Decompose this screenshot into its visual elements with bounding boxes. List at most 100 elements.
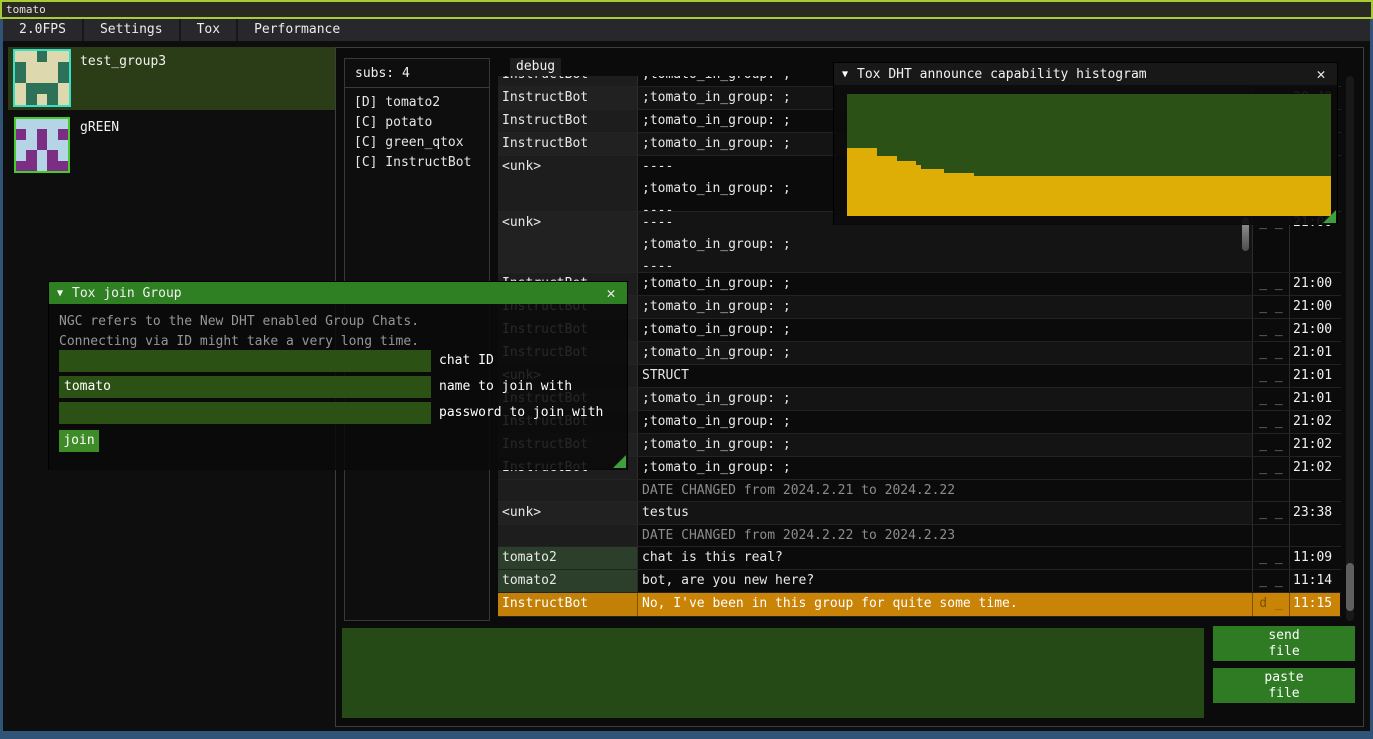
join-button[interactable]: join (59, 430, 99, 452)
close-icon[interactable]: ✕ (603, 284, 619, 302)
join-password-input[interactable] (59, 402, 431, 424)
separator (345, 87, 489, 88)
chat-timestamp: 21:00 (1289, 319, 1340, 341)
chat-scrollbar[interactable] (1346, 76, 1354, 621)
chat-delivery-flags: _ _ (1252, 342, 1289, 364)
chat-timestamp: 21:01 (1289, 342, 1340, 364)
histogram-bar-segment (974, 176, 1331, 216)
chat-timestamp: 11:09 (1289, 547, 1340, 569)
chat-sender-name (498, 480, 638, 501)
chat-message-text: ;tomato_in_group: ; (638, 342, 1252, 364)
window-titlebar[interactable]: tomato (0, 0, 1373, 19)
chat-message-text: ;tomato_in_group: ; (638, 296, 1252, 318)
chat-id-label: chat ID (439, 350, 494, 372)
subs-member-tomato2[interactable]: [D] tomato2 (345, 93, 489, 113)
window-border-bottom (0, 731, 1373, 739)
dht-histogram-body (834, 85, 1337, 225)
histogram-bar-segment (944, 173, 974, 216)
chat-timestamp: 21:02 (1289, 457, 1340, 479)
chat-delivery-flags (1252, 480, 1289, 501)
window-title: tomato (2, 3, 46, 16)
resize-grip[interactable] (613, 455, 626, 468)
histogram-bar-segment (921, 169, 944, 216)
chat-date-row[interactable]: DATE CHANGED from 2024.2.21 to 2024.2.22 (498, 480, 1341, 502)
chat-delivery-flags: _ _ (1252, 502, 1289, 524)
chat-delivery-flags: _ _ (1252, 273, 1289, 295)
chat-row[interactable]: tomato2bot, are you new here?_ _11:14 (498, 570, 1341, 593)
chat-sender-name: <unk> (498, 502, 638, 524)
subs-member-green_qtox[interactable]: [C] green_qtox (345, 133, 489, 153)
tab-debug[interactable]: debug (510, 58, 561, 76)
chat-timestamp: 21:00 (1289, 296, 1340, 318)
chat-timestamp: 21:02 (1289, 411, 1340, 433)
message-input[interactable] (342, 628, 1204, 718)
menu-item-settings[interactable]: Settings (84, 19, 179, 41)
menu-item-performance[interactable]: Performance (238, 19, 356, 41)
chat-message-text: ;tomato_in_group: ; (638, 434, 1252, 456)
window-border-left (0, 19, 3, 731)
subs-count-label: subs: 4 (345, 59, 489, 81)
join-group-window: ▼ Tox join Group ✕ NGC refers to the New… (48, 281, 628, 470)
chat-message-text: ;tomato_in_group: ; (638, 273, 1252, 295)
collapse-arrow-icon[interactable]: ▼ (57, 288, 63, 299)
dht-histogram-window: ▼ Tox DHT announce capability histogram … (833, 62, 1338, 225)
chat-message-text: ;tomato_in_group: ; (638, 457, 1252, 479)
dht-histogram-titlebar[interactable]: ▼ Tox DHT announce capability histogram … (834, 63, 1337, 85)
chat-id-input[interactable] (59, 350, 431, 372)
chat-row[interactable]: <unk>testus_ _23:38 (498, 502, 1341, 525)
menu-item-2-0fps[interactable]: 2.0FPS (3, 19, 82, 41)
group-avatar-gREEN (14, 117, 70, 173)
chat-date-row[interactable]: DATE CHANGED from 2024.2.22 to 2024.2.23 (498, 525, 1341, 547)
chat-timestamp (1289, 525, 1340, 546)
chat-row[interactable]: tomato2chat is this real?_ _11:09 (498, 547, 1341, 570)
chat-delivery-flags: _ _ (1252, 570, 1289, 592)
send-file-button[interactable]: send file (1213, 626, 1355, 661)
chat-sender-name: tomato2 (498, 547, 638, 569)
chat-scrollbar-handle[interactable] (1346, 563, 1354, 611)
chat-message-text: DATE CHANGED from 2024.2.21 to 2024.2.22 (638, 480, 1252, 501)
chat-delivery-flags: _ _ (1252, 411, 1289, 433)
chat-timestamp: 11:15 (1289, 593, 1340, 616)
chat-delivery-flags: _ _ (1252, 388, 1289, 410)
menu-bar: 2.0FPSSettingsToxPerformance (3, 19, 1370, 41)
chat-timestamp: 21:01 (1289, 365, 1340, 387)
chat-sender-name: InstructBot (498, 87, 638, 109)
chat-message-text: testus (638, 502, 1252, 524)
subs-member-list: [D] tomato2[C] potato[C] green_qtox[C] I… (345, 93, 489, 173)
chat-delivery-flags: _ _ (1252, 296, 1289, 318)
close-icon[interactable]: ✕ (1313, 65, 1329, 83)
join-name-input[interactable]: tomato (59, 376, 431, 398)
chat-message-text: ;tomato_in_group: ; (638, 319, 1252, 341)
ngc-info-line: Connecting via ID might take a very long… (59, 332, 419, 352)
histogram-bar-segment (847, 148, 877, 216)
chat-sender-name: InstructBot (498, 110, 638, 132)
chat-message-text: DATE CHANGED from 2024.2.22 to 2024.2.23 (638, 525, 1252, 546)
chat-row[interactable]: InstructBotNo, I've been in this group f… (498, 593, 1341, 617)
join-name-label: name to join with (439, 376, 572, 398)
menu-item-tox[interactable]: Tox (181, 19, 236, 41)
app-screen: tomato 2.0FPSSettingsToxPerformance test… (0, 0, 1373, 739)
dht-histogram-title: Tox DHT announce capability histogram (857, 67, 1313, 82)
chat-sender-name: InstructBot (498, 593, 638, 616)
chat-delivery-flags: _ _ (1252, 457, 1289, 479)
chat-message-text: chat is this real? (638, 547, 1252, 569)
chat-sender-name: InstructBot (498, 76, 638, 86)
chat-sender-name (498, 525, 638, 546)
chat-delivery-flags: _ _ (1252, 319, 1289, 341)
subs-member-potato[interactable]: [C] potato (345, 113, 489, 133)
histogram-bar-segment (877, 156, 897, 216)
join-group-titlebar[interactable]: ▼ Tox join Group ✕ (49, 282, 627, 304)
join-group-title: Tox join Group (72, 286, 603, 301)
group-avatar-test_group3 (13, 49, 71, 107)
chat-sender-name: InstructBot (498, 133, 638, 155)
chat-message-text: STRUCT (638, 365, 1252, 387)
chat-message-text: ;tomato_in_group: ; (638, 411, 1252, 433)
paste-file-button[interactable]: paste file (1213, 668, 1355, 703)
collapse-arrow-icon[interactable]: ▼ (842, 69, 848, 80)
chat-timestamp: 23:38 (1289, 502, 1340, 524)
chat-delivery-flags: d _ (1252, 593, 1289, 616)
subs-member-InstructBot[interactable]: [C] InstructBot (345, 153, 489, 173)
chat-timestamp (1289, 480, 1340, 501)
resize-grip[interactable] (1323, 210, 1336, 223)
chat-timestamp: 21:01 (1289, 388, 1340, 410)
